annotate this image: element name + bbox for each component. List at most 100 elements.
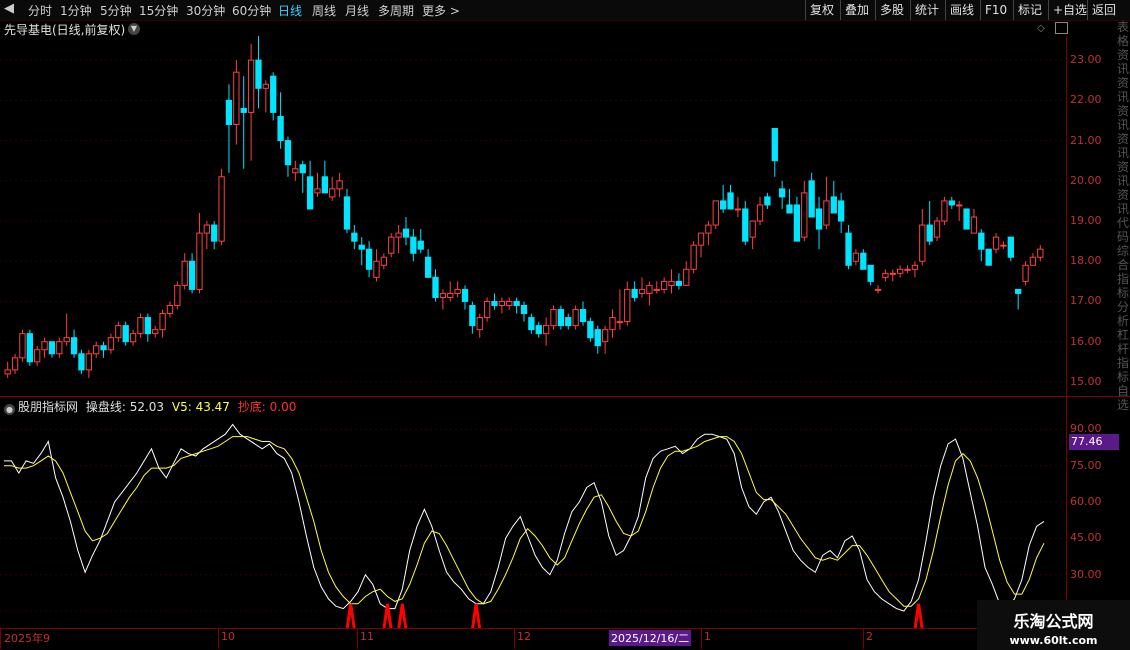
- candle[interactable]: [358, 237, 365, 266]
- candle[interactable]: [129, 329, 137, 346]
- candle[interactable]: [85, 349, 92, 378]
- candle[interactable]: [565, 313, 572, 330]
- candle[interactable]: [727, 184, 734, 210]
- candle[interactable]: [115, 321, 122, 342]
- adjust-rights-button[interactable]: 复权: [805, 0, 838, 20]
- candle[interactable]: [668, 269, 675, 294]
- period-tab-weekly[interactable]: 周线: [312, 2, 336, 19]
- candle[interactable]: [801, 180, 808, 242]
- candle[interactable]: [808, 172, 815, 218]
- candle[interactable]: [78, 349, 85, 374]
- candle[interactable]: [454, 281, 461, 298]
- candle[interactable]: [779, 180, 786, 209]
- candle[interactable]: [417, 229, 424, 254]
- candle[interactable]: [476, 313, 483, 338]
- period-tab-1min[interactable]: 1分钟: [60, 2, 92, 19]
- candle[interactable]: [373, 249, 380, 282]
- f10-button[interactable]: F10: [980, 0, 1011, 20]
- candle[interactable]: [26, 329, 33, 366]
- candle[interactable]: [122, 321, 129, 346]
- candle[interactable]: [100, 341, 107, 358]
- candle[interactable]: [63, 313, 70, 346]
- candle[interactable]: [771, 128, 778, 177]
- period-tab-60min[interactable]: 60分钟: [232, 2, 271, 19]
- candle[interactable]: [904, 265, 911, 274]
- window-toggle-icon[interactable]: [1055, 22, 1068, 34]
- candle[interactable]: [874, 285, 882, 294]
- candle[interactable]: [284, 136, 292, 177]
- candle[interactable]: [690, 241, 697, 274]
- candle[interactable]: [992, 233, 1000, 254]
- candle[interactable]: [852, 249, 860, 266]
- candle[interactable]: [203, 221, 210, 250]
- statistics-button[interactable]: 统计: [910, 0, 943, 20]
- candle[interactable]: [19, 329, 26, 362]
- mark-button[interactable]: 标记: [1013, 0, 1046, 20]
- candle[interactable]: [683, 261, 690, 286]
- candle[interactable]: [624, 281, 631, 326]
- candle[interactable]: [941, 196, 948, 226]
- candle[interactable]: [1037, 245, 1044, 262]
- candle[interactable]: [152, 325, 159, 338]
- candle[interactable]: [1029, 253, 1037, 266]
- candle[interactable]: [815, 196, 823, 250]
- candle[interactable]: [277, 92, 284, 149]
- candle[interactable]: [4, 361, 11, 378]
- candle[interactable]: [756, 196, 764, 226]
- candle[interactable]: [734, 196, 742, 218]
- candle[interactable]: [48, 341, 56, 358]
- candle[interactable]: [631, 281, 638, 302]
- candle[interactable]: [1007, 236, 1014, 262]
- candle[interactable]: [985, 248, 992, 266]
- candle[interactable]: [948, 196, 955, 209]
- candle[interactable]: [439, 289, 447, 310]
- candle[interactable]: [365, 241, 373, 278]
- candle[interactable]: [557, 305, 565, 330]
- period-tab-multi[interactable]: 多周期: [378, 2, 414, 19]
- candle[interactable]: [978, 229, 985, 262]
- candle[interactable]: [34, 345, 41, 366]
- candle[interactable]: [1000, 241, 1007, 250]
- candle[interactable]: [380, 253, 388, 270]
- candle[interactable]: [572, 305, 579, 330]
- candle[interactable]: [314, 172, 321, 197]
- candle[interactable]: [705, 221, 712, 246]
- candle[interactable]: [786, 188, 793, 214]
- candle[interactable]: [447, 281, 454, 302]
- chevron-down-icon[interactable]: ▼: [128, 23, 140, 35]
- candle[interactable]: [838, 192, 845, 234]
- candle[interactable]: [749, 220, 756, 250]
- period-tab-15min[interactable]: 15分钟: [139, 2, 178, 19]
- candle[interactable]: [616, 289, 624, 330]
- candle[interactable]: [660, 277, 668, 294]
- candle[interactable]: [41, 337, 48, 358]
- candle[interactable]: [911, 261, 919, 278]
- candle[interactable]: [1022, 261, 1029, 286]
- candle[interactable]: [240, 76, 247, 169]
- candle[interactable]: [107, 333, 115, 354]
- candle[interactable]: [70, 329, 78, 358]
- candle[interactable]: [270, 72, 277, 121]
- candle[interactable]: [262, 80, 269, 113]
- candle[interactable]: [137, 313, 144, 338]
- candle[interactable]: [174, 281, 181, 310]
- candle[interactable]: [719, 184, 727, 213]
- candle[interactable]: [506, 297, 513, 310]
- candle[interactable]: [638, 277, 646, 298]
- candle[interactable]: [233, 60, 240, 145]
- candle[interactable]: [432, 269, 439, 302]
- candle[interactable]: [483, 297, 491, 322]
- candle[interactable]: [793, 196, 801, 242]
- period-tab-5min[interactable]: 5分钟: [100, 2, 132, 19]
- candle[interactable]: [56, 337, 63, 358]
- draw-line-button[interactable]: 画线: [945, 0, 978, 20]
- candle[interactable]: [1015, 288, 1022, 310]
- period-tab-30min[interactable]: 30分钟: [186, 2, 225, 19]
- candle[interactable]: [410, 229, 417, 262]
- candle[interactable]: [860, 249, 867, 270]
- candle[interactable]: [764, 192, 771, 209]
- multi-stock-button[interactable]: 多股: [875, 0, 908, 20]
- candle[interactable]: [424, 249, 432, 278]
- diamond-icon[interactable]: ◇: [1037, 23, 1045, 34]
- candle[interactable]: [609, 309, 616, 338]
